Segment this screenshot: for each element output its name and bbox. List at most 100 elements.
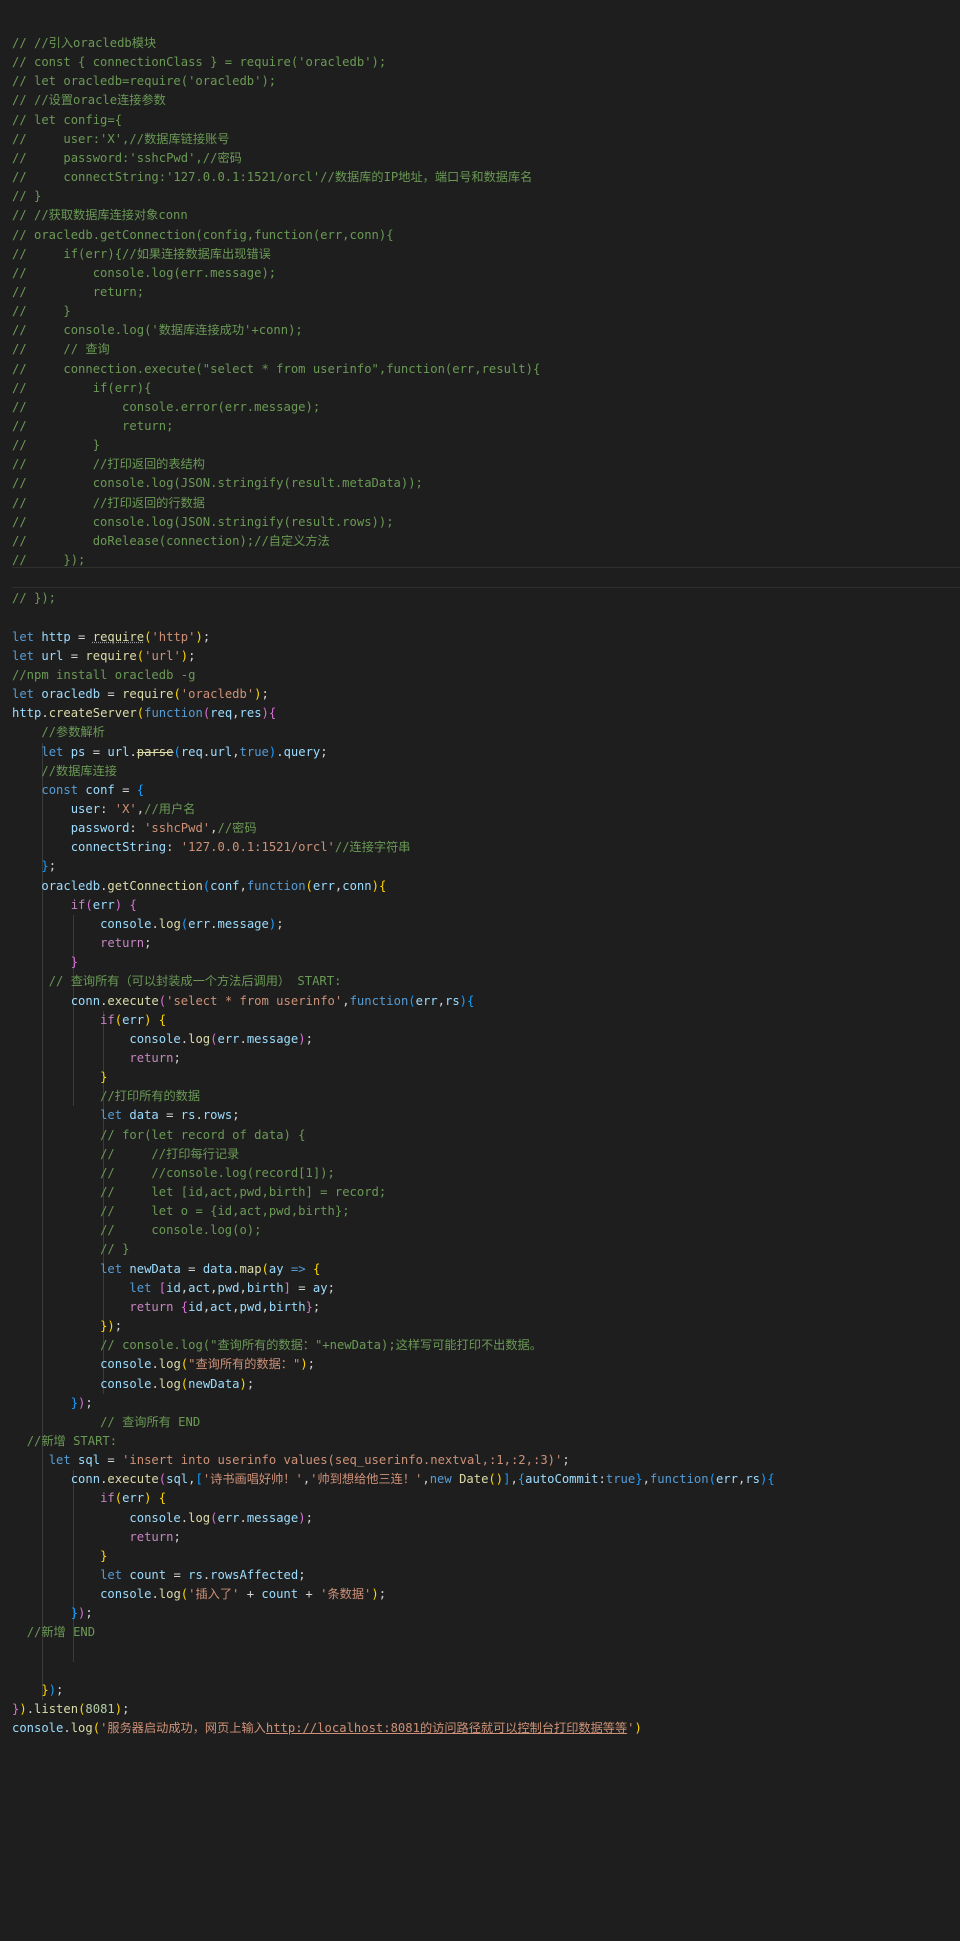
code-line[interactable]: // //打印返回的行数据 [12, 494, 205, 513]
code-line[interactable]: conn.execute(sql,['诗书画唱好帅！','帅到想给他三连！',n… [12, 1470, 775, 1489]
code-token: oracledb [41, 878, 101, 893]
code-line[interactable]: // return; [12, 417, 173, 436]
code-line[interactable]: oracledb.getConnection(conf,function(err… [12, 877, 386, 896]
code-line[interactable]: let url = require('url'); [12, 647, 195, 666]
code-line[interactable]: }; [12, 857, 56, 876]
code-line[interactable]: // user:'X',//数据库链接账号 [12, 130, 229, 149]
code-line[interactable]: // password:'sshcPwd',//密码 [12, 149, 242, 168]
code-line[interactable]: // return; [12, 283, 144, 302]
code-line[interactable]: console.log('插入了' + count + '条数据'); [12, 1585, 386, 1604]
code-line[interactable]: // console.log(JSON.stringify(result.row… [12, 513, 394, 532]
code-token: ) [371, 1587, 379, 1602]
code-line[interactable]: console.log(err.message); [12, 1030, 313, 1049]
code-line[interactable]: // console.log(err.message); [12, 264, 276, 283]
code-line[interactable]: //数据库连接 [12, 762, 117, 781]
code-line[interactable]: } [12, 953, 78, 972]
code-token: ( [488, 1472, 496, 1487]
code-line[interactable]: }).listen(8081); [12, 1700, 129, 1719]
code-line[interactable]: }); [12, 1394, 93, 1413]
code-line[interactable]: // const { connectionClass } = require('… [12, 53, 386, 72]
code-line[interactable]: connectString: '127.0.0.1:1521/orcl'//连接… [12, 838, 411, 857]
code-line[interactable]: // } [12, 187, 41, 206]
code-line[interactable]: let sql = 'insert into userinfo values(s… [12, 1451, 570, 1470]
code-token: sql [78, 1453, 101, 1468]
code-line[interactable]: // }); [12, 589, 56, 608]
code-line[interactable]: } [12, 1068, 107, 1087]
code-line[interactable]: // oracledb.getConnection(config,functio… [12, 226, 394, 245]
code-line[interactable]: password: 'sshcPwd',//密码 [12, 819, 257, 838]
code-line[interactable]: return; [12, 1528, 180, 1547]
code-line[interactable]: //打印所有的数据 [12, 1087, 200, 1106]
code-token: rs [188, 1568, 203, 1582]
code-line[interactable]: console.log(err.message); [12, 915, 284, 934]
code-line[interactable]: // console.log(o); [12, 1221, 261, 1240]
code-line[interactable]: if(err) { [12, 896, 137, 915]
code-line[interactable]: let ps = url.parse(req.url,true).query; [12, 743, 327, 762]
code-line[interactable]: // let [id,act,pwd,birth] = record; [12, 1183, 386, 1202]
code-line[interactable]: console.log("查询所有的数据："); [12, 1355, 315, 1374]
code-line[interactable]: // //打印返回的表结构 [12, 455, 205, 474]
code-line[interactable]: // doRelease(connection);//自定义方法 [12, 532, 330, 551]
code-line[interactable]: let [id,act,pwd,birth] = ay; [12, 1279, 335, 1298]
code-line[interactable]: conn.execute('select * from userinfo',fu… [12, 992, 475, 1011]
code-line[interactable]: // //获取数据库连接对象conn [12, 206, 188, 225]
code-line[interactable]: let oracledb = require('oracledb'); [12, 685, 269, 704]
code-token: rows [202, 1108, 233, 1123]
code-line[interactable]: if(err) { [12, 1489, 166, 1508]
code-line[interactable]: // // 查询 [12, 340, 110, 359]
code-line[interactable]: // let config={ [12, 111, 122, 130]
code-line[interactable]: console.log(err.message); [12, 1509, 313, 1528]
code-editor[interactable]: // //引入oracledb模块 // const { connectionCl… [0, 0, 960, 1941]
code-line[interactable]: //npm install oracledb -g [12, 666, 195, 685]
code-line[interactable]: //新增 END [12, 1623, 95, 1642]
code-line[interactable]: console.log(newData); [12, 1375, 254, 1394]
code-line[interactable]: console.log('服务器启动成功，网页上输入http://localho… [12, 1719, 642, 1738]
code-token: data [202, 1261, 233, 1276]
code-line[interactable]: // console.error(err.message); [12, 398, 320, 417]
code-line[interactable]: // //console.log(record[1]); [12, 1164, 335, 1183]
code-line[interactable]: // //打印每行记录 [12, 1145, 239, 1164]
code-line[interactable]: }); [12, 1681, 63, 1700]
code-line[interactable]: return {id,act,pwd,birth}; [12, 1298, 320, 1317]
code-line[interactable]: return; [12, 934, 151, 953]
code-token: // //引入oracledb模块 [12, 36, 157, 50]
code-line[interactable]: let http = require('http'); [12, 628, 210, 647]
code-line[interactable]: // let oracledb=require('oracledb'); [12, 72, 276, 91]
code-token: ) [459, 993, 468, 1008]
code-line[interactable]: // let o = {id,act,pwd,birth}; [12, 1202, 349, 1221]
code-line[interactable]: const conf = { [12, 781, 144, 800]
code-line[interactable]: // //设置oracle连接参数 [12, 91, 166, 110]
code-line[interactable]: // if(err){ [12, 379, 151, 398]
code-line[interactable]: // //引入oracledb模块 [12, 34, 156, 53]
code-line[interactable]: return; [12, 1049, 180, 1068]
code-line[interactable]: let count = rs.rowsAffected; [12, 1566, 306, 1585]
code-line[interactable]: //参数解析 [12, 723, 104, 742]
code-line[interactable]: // }); [12, 551, 85, 570]
code-line[interactable]: // console.log("查询所有的数据："+newData);这样写可能… [12, 1336, 542, 1355]
code-line[interactable]: } [12, 1547, 107, 1566]
code-line[interactable]: // 查询所有 END [12, 1413, 200, 1432]
code-token: ) [495, 1472, 504, 1487]
code-line[interactable]: // for(let record of data) { [12, 1126, 305, 1145]
code-line[interactable]: http.createServer(function(req,res){ [12, 704, 276, 723]
code-line[interactable]: }); [12, 1604, 93, 1623]
code-line[interactable]: // console.log('数据库连接成功'+conn); [12, 321, 303, 340]
code-line[interactable]: // connection.execute("select * from use… [12, 360, 540, 379]
code-token: ) [107, 1319, 115, 1334]
code-line[interactable]: //新增 START: [12, 1432, 117, 1451]
code-line[interactable]: // connectString:'127.0.0.1:1521/orcl'//… [12, 168, 532, 187]
code-line[interactable]: // } [12, 302, 71, 321]
code-line[interactable]: // if(err){//如果连接数据库出现错误 [12, 245, 271, 264]
code-line[interactable]: }); [12, 1317, 122, 1336]
code-line[interactable]: // } [12, 1240, 129, 1259]
code-line[interactable]: // } [12, 436, 100, 455]
code-line[interactable]: if(err) { [12, 1011, 166, 1030]
code-line[interactable]: // console.log(JSON.stringify(result.met… [12, 474, 423, 493]
code-line[interactable]: // 查询所有（可以封装成一个方法后调用） START: [12, 972, 342, 991]
code-line[interactable]: let data = rs.rows; [12, 1106, 239, 1125]
code-line[interactable]: let newData = data.map(ay => { [12, 1260, 320, 1279]
code-line[interactable]: user: 'X',//用户名 [12, 800, 196, 819]
